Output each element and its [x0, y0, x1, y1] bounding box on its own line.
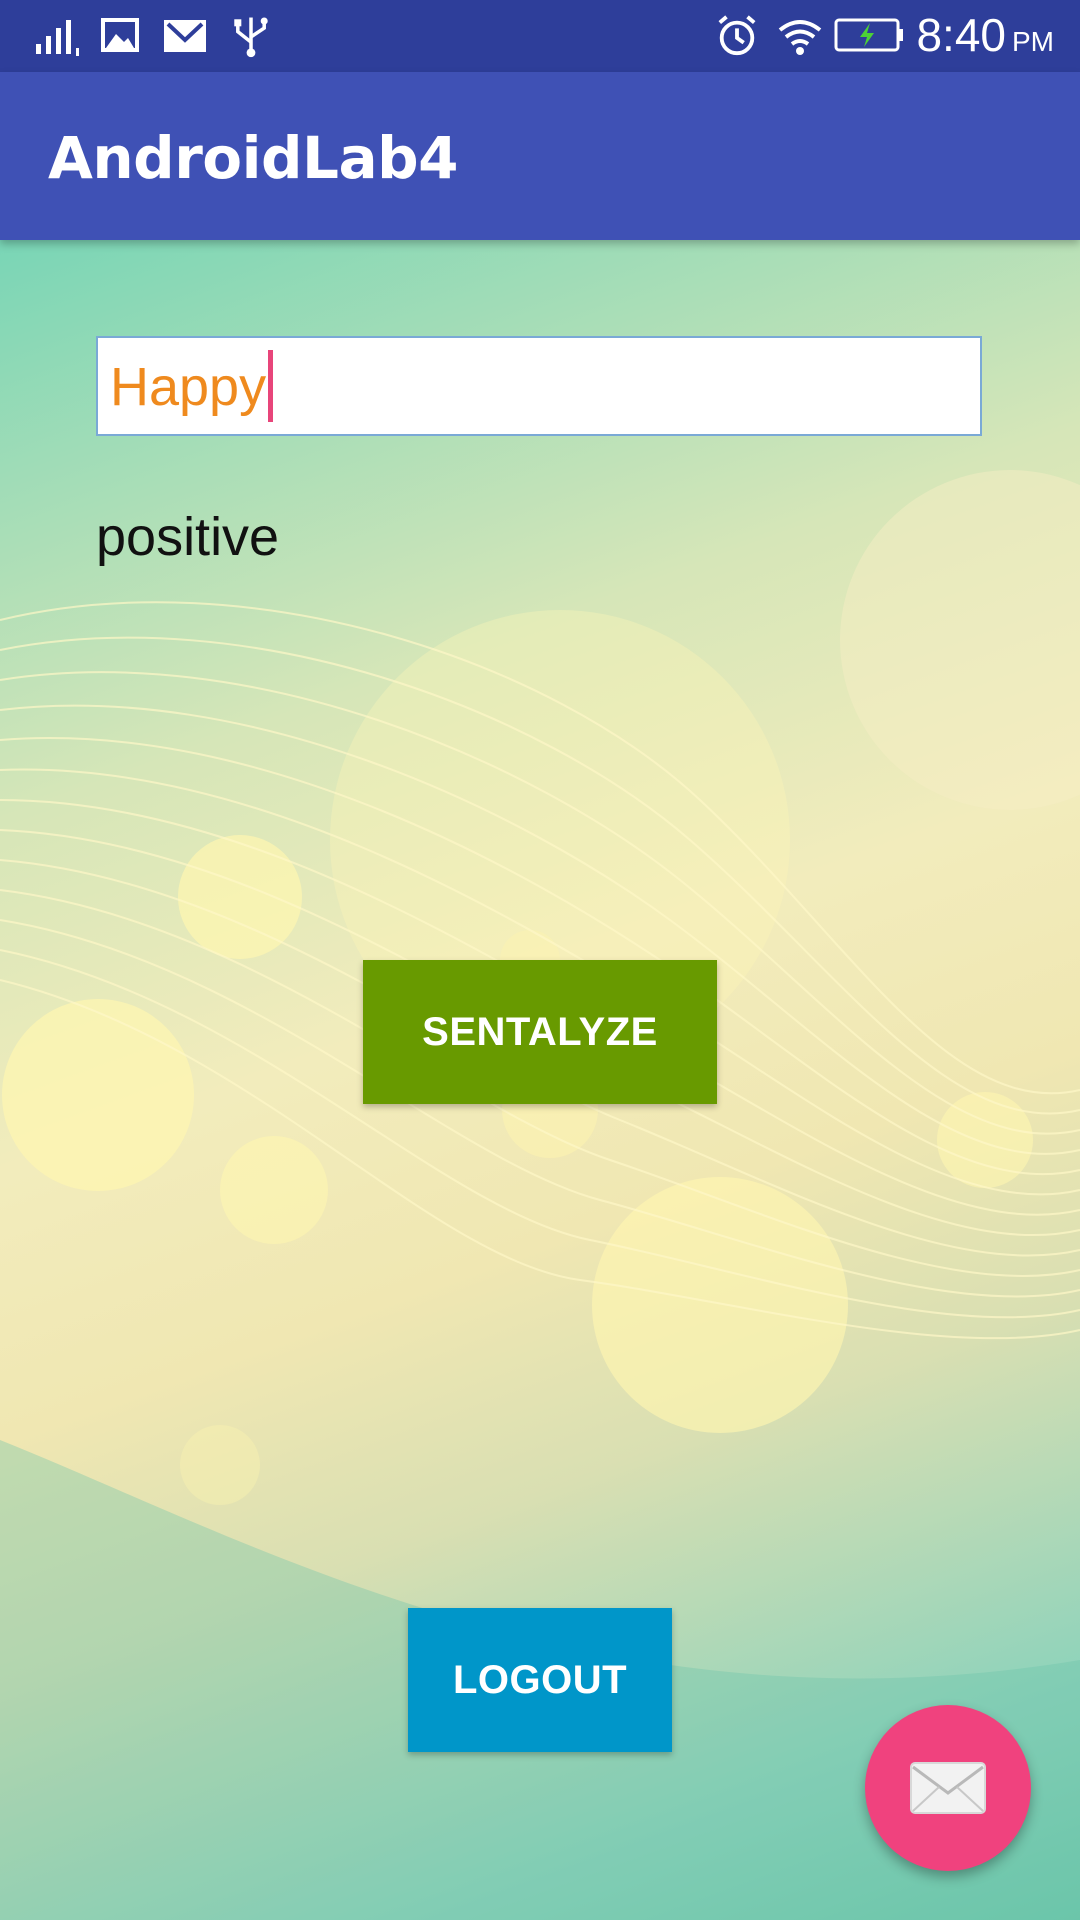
signal-icon	[36, 20, 79, 56]
text-input[interactable]: Happy	[96, 336, 982, 436]
input-value: Happy	[110, 349, 274, 422]
email-icon	[910, 1762, 986, 1814]
clock: 8:40 PM	[916, 9, 1054, 61]
app-bar: AndroidLab4	[0, 72, 1080, 240]
sentiment-result: positive	[96, 507, 280, 567]
status-bar: 8:40 PM	[0, 0, 1080, 72]
usb-icon	[234, 17, 268, 58]
image-icon	[101, 18, 139, 52]
text-cursor	[268, 349, 274, 422]
sentalyze-button[interactable]: SENTALYZE	[363, 960, 717, 1104]
app-title: AndroidLab4	[48, 124, 459, 192]
alarm-icon	[718, 15, 756, 56]
battery-charging-icon	[834, 18, 903, 52]
logout-button[interactable]: LOGOUT	[408, 1608, 672, 1752]
wifi-icon	[778, 20, 822, 55]
email-fab-button[interactable]	[865, 1705, 1031, 1871]
gmail-icon	[164, 20, 206, 52]
